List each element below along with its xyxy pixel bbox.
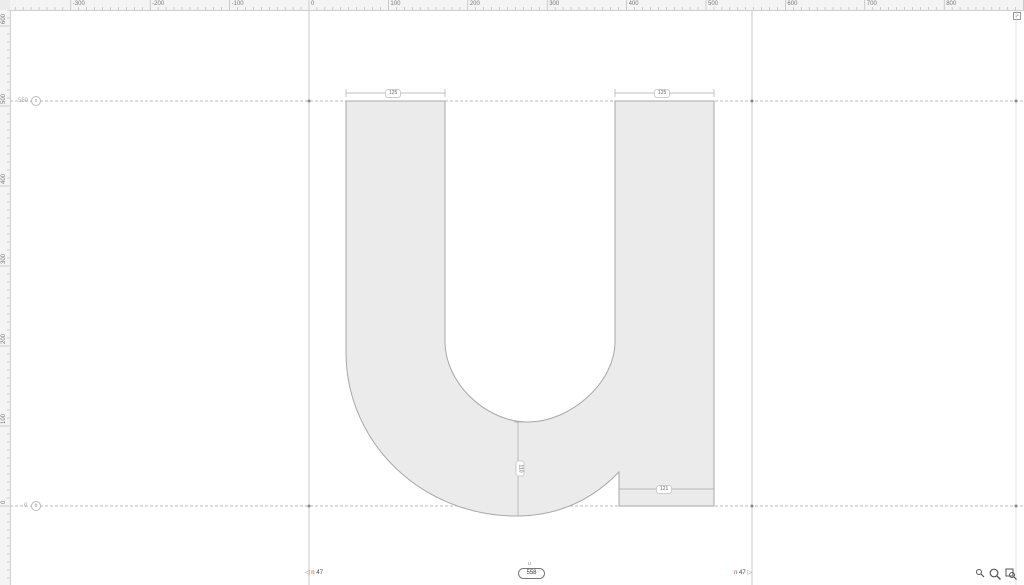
ruler-label: 400 — [628, 1, 639, 7]
right-sidebearing-value[interactable]: 47 — [739, 570, 746, 576]
horizontal-ruler[interactable]: -300 -200 -100 0 100 200 300 400 500 600 700 800 — [10, 0, 1024, 11]
node-dot — [750, 99, 754, 103]
triangle-right-icon: ▷ — [747, 570, 752, 576]
ruler-label: 0 — [311, 1, 315, 7]
triangle-left-icon: ◁ — [305, 570, 310, 576]
left-sidebearing[interactable]: ◁ n 47 — [305, 569, 323, 577]
ruler-label: 200 — [469, 1, 480, 7]
ruler-label: -300 — [72, 1, 85, 7]
ruler-label: -100 — [231, 1, 244, 7]
zoom-fit-icon[interactable] — [1005, 568, 1017, 580]
bowl-thickness-dimension: 110 — [515, 460, 525, 477]
ruler-label: 100 — [1, 413, 7, 424]
ruler-label: 300 — [1, 253, 7, 264]
glyph-canvas[interactable]: 550 x 0 b 125 125 110 121 — [0, 0, 1024, 585]
node-dot — [307, 504, 311, 508]
node-dot — [750, 504, 754, 508]
right-stem-dimension: 125 — [654, 89, 671, 98]
node-dot — [307, 99, 311, 103]
canvas-guides — [10, 10, 1024, 585]
zoom-out-icon[interactable] — [975, 568, 985, 578]
ruler-label: 600 — [1, 13, 7, 24]
baseline-badge[interactable]: b — [31, 501, 41, 511]
x-height-value: 550 — [18, 98, 29, 104]
right-sidebearing[interactable]: n 47 ▷ — [734, 569, 752, 577]
left-sidebearing-value[interactable]: 47 — [316, 570, 323, 576]
ruler-label: 300 — [549, 1, 560, 7]
zoom-in-icon[interactable] — [989, 568, 1001, 580]
ruler-label: 700 — [866, 1, 877, 7]
advance-width-field[interactable]: 558 — [518, 568, 545, 579]
vertical-ruler[interactable]: 600 500 400 300 200 100 0 — [0, 10, 11, 585]
ruler-label: 500 — [1, 93, 7, 104]
ruler-label: 400 — [1, 173, 7, 184]
ruler-label: 800 — [946, 1, 957, 7]
expand-icon[interactable]: ↗ — [1013, 12, 1021, 20]
glyph-outline[interactable] — [345, 100, 715, 517]
ruler-label: 500 — [708, 1, 719, 7]
baseline-value: 0 — [24, 503, 28, 509]
ruler-label: -200 — [152, 1, 165, 7]
x-height-badge[interactable]: x — [31, 96, 41, 106]
ruler-label: 200 — [1, 333, 7, 344]
advance-key: u — [528, 561, 531, 567]
node-dot — [1014, 99, 1018, 103]
right-sidebearing-symbol: n — [734, 570, 738, 576]
node-dot — [1014, 504, 1018, 508]
left-sidebearing-symbol: n — [311, 570, 315, 576]
left-stem-dimension: 125 — [385, 89, 402, 98]
ruler-label: 100 — [390, 1, 401, 7]
ruler-label: 600 — [787, 1, 798, 7]
ruler-label: 0 — [1, 500, 7, 504]
spur-width-dimension: 121 — [656, 485, 673, 494]
